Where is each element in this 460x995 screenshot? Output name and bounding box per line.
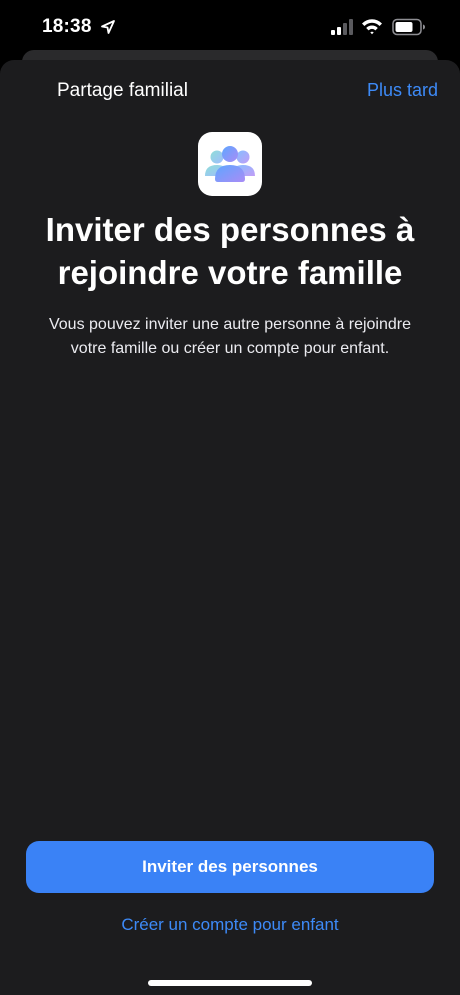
status-time: 18:38	[42, 16, 92, 37]
cellular-signal-icon	[331, 19, 353, 35]
family-sharing-icon	[198, 132, 262, 196]
status-bar: 18:38	[0, 0, 460, 56]
wifi-icon	[362, 19, 382, 35]
nav-title: Partage familial	[57, 80, 188, 101]
battery-icon	[392, 18, 425, 36]
later-button[interactable]: Plus tard	[367, 80, 438, 101]
invite-people-button[interactable]: Inviter des personnes	[26, 841, 434, 893]
location-arrow-icon	[101, 20, 115, 34]
home-indicator[interactable]	[148, 980, 312, 986]
page-description: Vous pouvez inviter une autre personne à…	[48, 316, 411, 357]
page-title: Inviter des personnes à rejoindre votre …	[45, 211, 415, 291]
create-child-account-link[interactable]: Créer un compte pour enfant	[0, 915, 460, 935]
